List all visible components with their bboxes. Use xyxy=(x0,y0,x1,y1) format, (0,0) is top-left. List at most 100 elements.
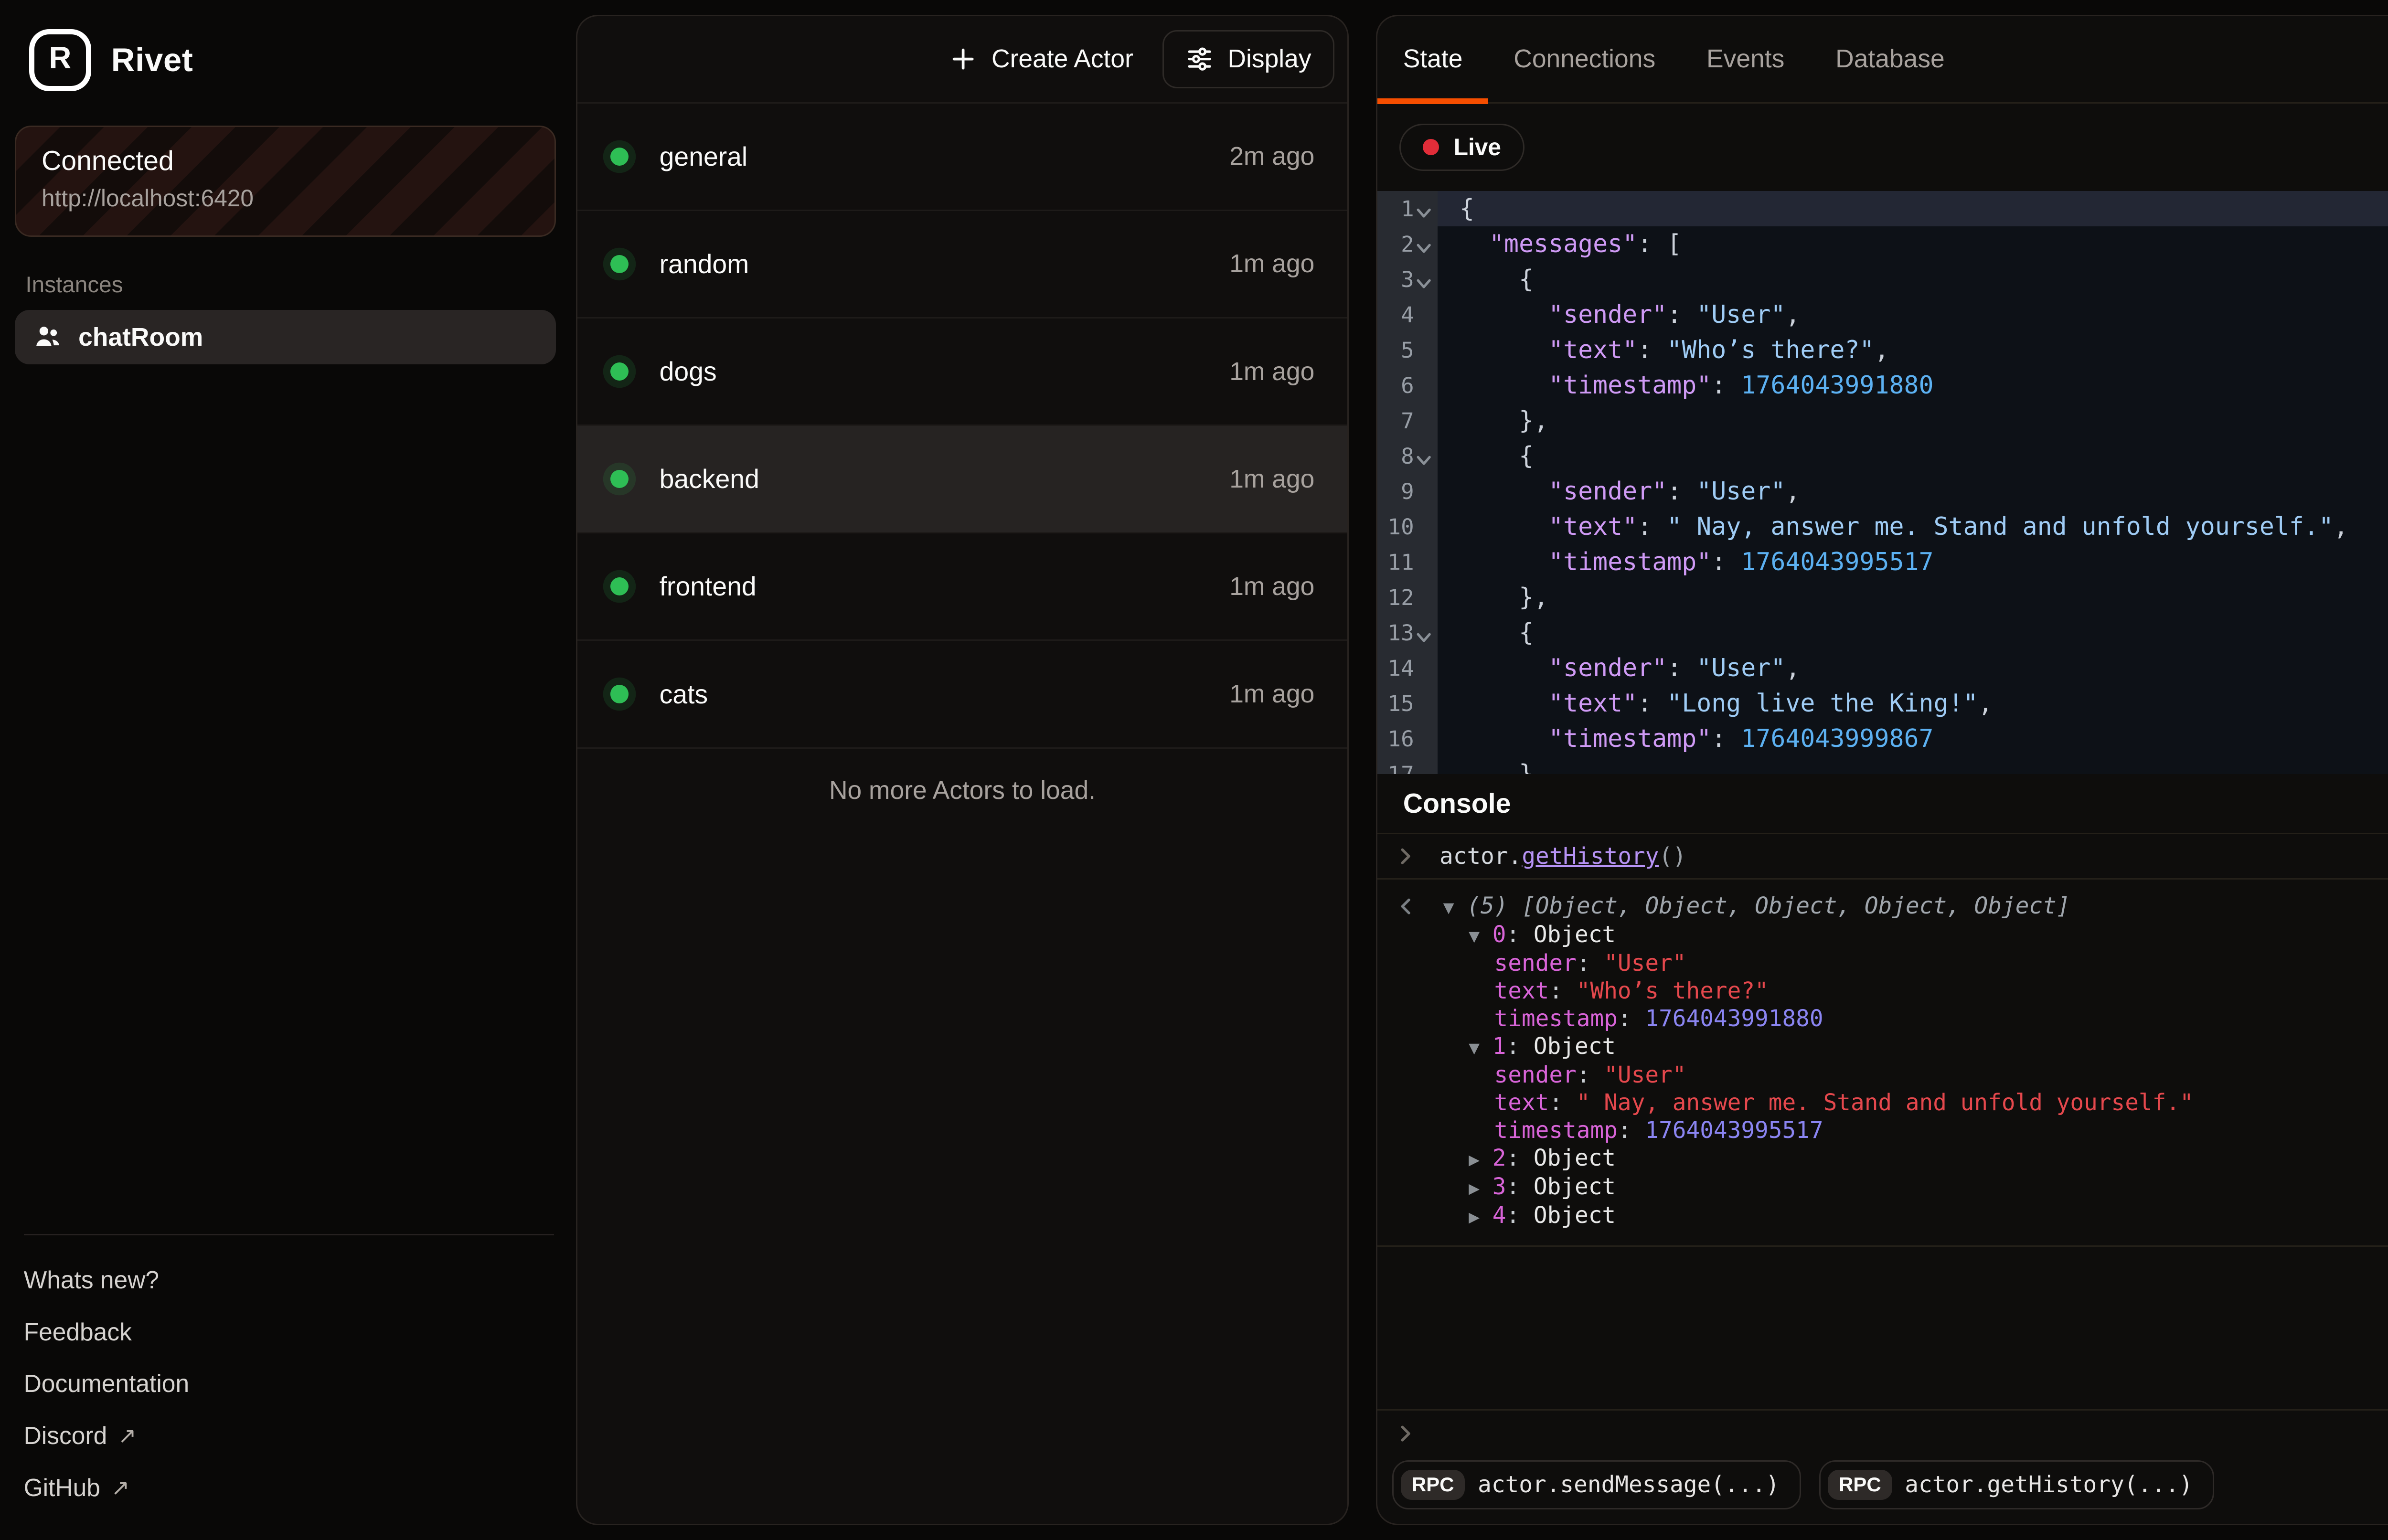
line-number: 10 xyxy=(1377,509,1438,544)
fold-chevron-icon[interactable] xyxy=(1416,240,1432,256)
tab-database[interactable]: Database xyxy=(1810,16,1970,102)
state-json-editor[interactable]: 1{2 "messages": [3 {4 "sender": "User",5… xyxy=(1377,191,2388,774)
collapsed-triangle-icon[interactable]: ▶ xyxy=(1469,1146,1492,1173)
code-line-content: { xyxy=(1438,262,2388,297)
actor-row[interactable]: frontend1m ago xyxy=(577,533,1347,641)
code-token: text xyxy=(1494,978,1549,1004)
state-toolbar: Live xyxy=(1377,104,2388,191)
code-token: 1764043995517 xyxy=(1645,1117,1823,1144)
display-label: Display xyxy=(1227,44,1311,74)
live-toggle-button[interactable]: Live xyxy=(1399,124,1524,171)
actor-last-active: 1m ago xyxy=(1229,465,1314,494)
sidebar-link-github[interactable]: GitHub↗ xyxy=(24,1462,554,1514)
code-line[interactable]: 17 } xyxy=(1377,756,2388,774)
code-token: : xyxy=(1618,1006,1645,1032)
code-token: "text" xyxy=(1548,689,1637,718)
tab-events[interactable]: Events xyxy=(1681,16,1810,102)
actors-list: general2m ago random 1m ago dogs1m agobacke… xyxy=(577,104,1347,749)
code-line-content: { xyxy=(1438,438,2388,474)
console-line: text: "Who’s there?" xyxy=(1377,977,2388,1005)
actor-name: random xyxy=(660,249,749,279)
line-number-text: 16 xyxy=(1388,726,1414,752)
brand-home-link[interactable]: R Rivet xyxy=(29,29,193,91)
code-token: "User" xyxy=(1604,950,1686,977)
code-token: : xyxy=(1667,654,1696,682)
sidebar-item-instance[interactable]: chatRoom xyxy=(15,310,556,364)
code-token: : xyxy=(1711,724,1741,753)
code-line[interactable]: 10 "text": " Nay, answer me. Stand and u… xyxy=(1377,509,2388,544)
external-link-icon: ↗ xyxy=(111,1475,129,1500)
sidebar-link-feedback[interactable]: Feedback xyxy=(24,1306,554,1358)
code-token: : xyxy=(1637,512,1667,541)
sidebar-link-whats-new-[interactable]: Whats new? xyxy=(24,1254,554,1306)
actor-row[interactable]: random 1m ago xyxy=(577,211,1347,319)
code-token xyxy=(1460,548,1548,576)
rivet-logo-letter: R xyxy=(49,43,72,74)
code-line[interactable]: 8 { xyxy=(1377,438,2388,474)
rpc-suggestion-button[interactable]: RPCactor.getHistory(...) xyxy=(1819,1460,2214,1509)
fold-chevron-icon[interactable] xyxy=(1416,452,1432,468)
code-token xyxy=(1460,336,1548,364)
collapsed-triangle-icon[interactable]: ▶ xyxy=(1469,1174,1492,1202)
console-line: timestamp: 1764043991880 xyxy=(1377,1005,2388,1033)
code-line[interactable]: 14 "sender": "User", xyxy=(1377,650,2388,686)
create-actor-button[interactable]: Create Actor xyxy=(931,30,1151,88)
code-line[interactable]: 11 "timestamp": 1764043995517 xyxy=(1377,544,2388,580)
actor-last-active: 2m ago xyxy=(1229,142,1314,171)
expanded-triangle-icon[interactable]: ▼ xyxy=(1469,1034,1492,1062)
actor-row[interactable]: dogs1m ago xyxy=(577,319,1347,426)
code-line[interactable]: 16 "timestamp": 1764043999867 xyxy=(1377,721,2388,756)
collapsed-triangle-icon[interactable]: ▶ xyxy=(1469,1203,1492,1231)
tab-state[interactable]: State xyxy=(1377,16,1488,102)
actor-row[interactable]: backend1m ago xyxy=(577,426,1347,533)
code-token: : xyxy=(1506,1145,1533,1171)
rpc-suggestion-button[interactable]: RPCactor.sendMessage(...) xyxy=(1392,1460,1801,1509)
fold-chevron-icon[interactable] xyxy=(1416,205,1432,221)
code-line[interactable]: 1{ xyxy=(1377,191,2388,226)
line-number: 1 xyxy=(1377,191,1438,226)
actor-row[interactable]: general2m ago xyxy=(577,104,1347,211)
code-line[interactable]: 2 "messages": [ xyxy=(1377,226,2388,262)
console-input-row[interactable] xyxy=(1377,1409,2388,1456)
console-title: Console xyxy=(1403,788,1511,819)
actors-panel: Create Actor Display general2m agorandom… xyxy=(576,15,1349,1526)
tab-connections[interactable]: Connections xyxy=(1488,16,1681,102)
sidebar-link-documentation[interactable]: Documentation xyxy=(24,1358,554,1410)
display-options-button[interactable]: Display xyxy=(1162,30,1334,88)
line-number-text: 8 xyxy=(1401,443,1414,469)
code-line[interactable]: 13 { xyxy=(1377,615,2388,650)
code-token: 3 xyxy=(1492,1174,1506,1200)
line-number-text: 2 xyxy=(1401,231,1414,257)
expanded-triangle-icon[interactable]: ▼ xyxy=(1443,893,1467,921)
fold-chevron-icon[interactable] xyxy=(1416,276,1432,292)
code-line-content: "timestamp": 1764043995517 xyxy=(1438,544,2388,580)
actor-last-active: 1m ago xyxy=(1229,249,1314,278)
code-token: : xyxy=(1506,1174,1533,1200)
sidebar-divider xyxy=(24,1234,554,1236)
line-number-text: 7 xyxy=(1401,408,1414,434)
create-actor-label: Create Actor xyxy=(991,44,1133,74)
code-token: : xyxy=(1711,371,1741,400)
code-token: actor xyxy=(1439,843,1508,870)
code-line[interactable]: 6 "timestamp": 1764043991880 xyxy=(1377,368,2388,403)
line-number-text: 12 xyxy=(1388,584,1414,610)
sidebar: R Rivet Connected http://localhost:6420 … xyxy=(0,0,576,1540)
sliders-icon xyxy=(1186,45,1213,73)
code-token: "User" xyxy=(1696,477,1785,506)
fold-chevron-icon[interactable] xyxy=(1416,629,1432,646)
code-line[interactable]: 7 }, xyxy=(1377,403,2388,438)
actor-row[interactable]: cats1m ago xyxy=(577,641,1347,748)
code-line[interactable]: 9 "sender": "User", xyxy=(1377,474,2388,509)
expanded-triangle-icon[interactable]: ▼ xyxy=(1469,922,1492,950)
chevron-right-icon xyxy=(1397,848,1414,864)
line-number-text: 10 xyxy=(1388,514,1414,540)
code-line[interactable]: 15 "text": "Long live the King!", xyxy=(1377,686,2388,721)
code-line[interactable]: 4 "sender": "User", xyxy=(1377,297,2388,332)
code-line[interactable]: 5 "text": "Who’s there?", xyxy=(1377,332,2388,368)
rivet-inspector-app: R Rivet Connected http://localhost:6420 … xyxy=(0,0,2388,1540)
sidebar-link-discord[interactable]: Discord↗ xyxy=(24,1410,554,1462)
code-token: 2 xyxy=(1492,1145,1506,1171)
code-line[interactable]: 3 { xyxy=(1377,262,2388,297)
code-token: "messages" xyxy=(1489,230,1637,258)
code-line[interactable]: 12 }, xyxy=(1377,580,2388,615)
